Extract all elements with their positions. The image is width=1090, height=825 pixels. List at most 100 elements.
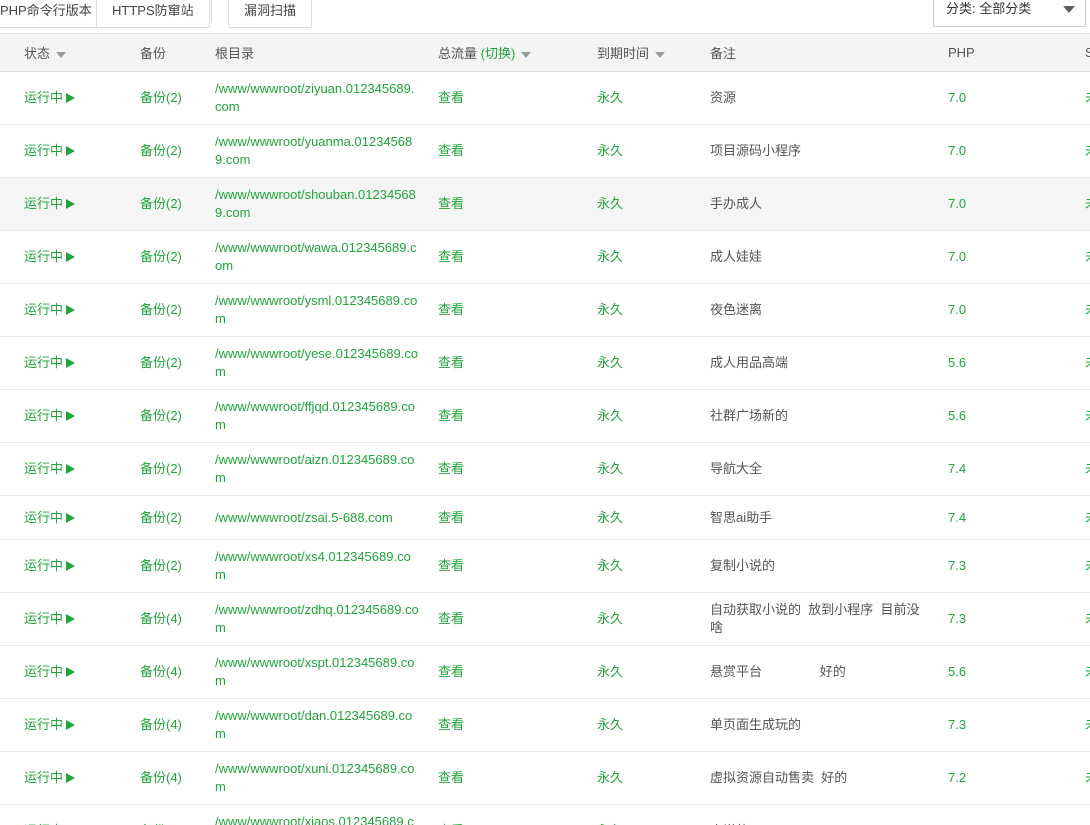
expire-link[interactable]: 永久 — [597, 770, 623, 785]
root-path-link[interactable]: /www/wwwroot/aizn.012345689.com — [215, 451, 420, 487]
ssl-cell[interactable]: 未部署 — [1075, 699, 1090, 752]
traffic-view-link[interactable]: 查看 — [438, 355, 464, 370]
php-version-link[interactable]: 7.3 — [948, 558, 966, 573]
remark-cell[interactable]: 自动获取小说的 放到小程序 目前没啥 — [700, 593, 940, 646]
traffic-view-link[interactable]: 查看 — [438, 611, 464, 626]
php-version-link[interactable]: 5.6 — [948, 664, 966, 679]
backup-link[interactable]: 备份(4) — [140, 611, 182, 626]
expire-link[interactable]: 永久 — [597, 461, 623, 476]
backup-link[interactable]: 备份(2) — [140, 558, 182, 573]
traffic-view-link[interactable]: 查看 — [438, 143, 464, 158]
expire-link[interactable]: 永久 — [597, 611, 623, 626]
traffic-view-link[interactable]: 查看 — [438, 558, 464, 573]
backup-link[interactable]: 备份(2) — [140, 249, 182, 264]
root-path-link[interactable]: /www/wwwroot/wawa.012345689.com — [215, 239, 420, 275]
backup-link[interactable]: 备份(2) — [140, 408, 182, 423]
expire-link[interactable]: 永久 — [597, 143, 623, 158]
traffic-switch-link[interactable]: (切换) — [481, 46, 516, 61]
backup-link[interactable]: 备份(2) — [140, 90, 182, 105]
header-traffic[interactable]: 总流量 (切换) — [430, 34, 585, 72]
https-anti-hijack-button[interactable]: HTTPS防窜站 — [96, 0, 210, 28]
php-version-link[interactable]: 7.0 — [948, 196, 966, 211]
remark-cell[interactable]: 手办成人 — [700, 178, 940, 231]
php-version-link[interactable]: 7.2 — [948, 770, 966, 785]
status-link[interactable]: 运行中 — [24, 302, 63, 317]
traffic-view-link[interactable]: 查看 — [438, 196, 464, 211]
remark-cell[interactable]: 社群广场新的 — [700, 390, 940, 443]
expire-link[interactable]: 永久 — [597, 249, 623, 264]
status-link[interactable]: 运行中 — [24, 249, 63, 264]
ssl-cell[interactable]: 未部署 — [1075, 72, 1090, 125]
remark-cell[interactable]: 夜色迷离 — [700, 284, 940, 337]
remark-cell[interactable]: 成人娃娃 — [700, 231, 940, 284]
backup-link[interactable]: 备份(4) — [140, 770, 182, 785]
traffic-view-link[interactable]: 查看 — [438, 510, 464, 525]
root-path-link[interactable]: /www/wwwroot/dan.012345689.com — [215, 707, 420, 743]
remark-cell[interactable]: 成人用品高端 — [700, 337, 940, 390]
remark-cell[interactable]: 智思ai助手 — [700, 496, 940, 540]
backup-link[interactable]: 备份(2) — [140, 196, 182, 211]
root-path-link[interactable]: /www/wwwroot/zdhq.012345689.com — [215, 601, 420, 637]
ssl-cell[interactable]: 未部署 — [1075, 125, 1090, 178]
root-path-link[interactable]: /www/wwwroot/ysml.012345689.com — [215, 292, 420, 328]
backup-link[interactable]: 备份(2) — [140, 461, 182, 476]
expire-link[interactable]: 永久 — [597, 302, 623, 317]
remark-cell[interactable]: 项目源码小程序 — [700, 125, 940, 178]
php-cli-version-button[interactable]: PHP命令行版本 — [0, 0, 108, 28]
ssl-cell[interactable]: 未部署 — [1075, 593, 1090, 646]
backup-link[interactable]: 备份(2) — [140, 510, 182, 525]
php-version-link[interactable]: 7.4 — [948, 461, 966, 476]
root-path-link[interactable]: /www/wwwroot/xuni.012345689.com — [215, 760, 420, 796]
root-path-link[interactable]: /www/wwwroot/xs4.012345689.com — [215, 548, 420, 584]
backup-link[interactable]: 备份(4) — [140, 664, 182, 679]
php-version-link[interactable]: 7.4 — [948, 510, 966, 525]
traffic-view-link[interactable]: 查看 — [438, 717, 464, 732]
php-version-link[interactable]: 7.3 — [948, 611, 966, 626]
expire-link[interactable]: 永久 — [597, 664, 623, 679]
remark-cell[interactable]: 资源 — [700, 72, 940, 125]
traffic-view-link[interactable]: 查看 — [438, 302, 464, 317]
php-version-link[interactable]: 7.0 — [948, 249, 966, 264]
root-path-link[interactable]: /www/wwwroot/zsai.5-688.com — [215, 509, 420, 527]
ssl-cell[interactable]: 未部署 — [1075, 805, 1090, 825]
status-link[interactable]: 运行中 — [24, 611, 63, 626]
ssl-cell[interactable]: 未部署 — [1075, 178, 1090, 231]
root-path-link[interactable]: /www/wwwroot/yuanma.012345689.com — [215, 133, 420, 169]
ssl-cell[interactable]: 未部署 — [1075, 496, 1090, 540]
expire-link[interactable]: 永久 — [597, 558, 623, 573]
expire-link[interactable]: 永久 — [597, 717, 623, 732]
status-link[interactable]: 运行中 — [24, 558, 63, 573]
vulnerability-scan-button[interactable]: 漏洞扫描 — [228, 0, 312, 28]
php-version-link[interactable]: 7.0 — [948, 90, 966, 105]
traffic-view-link[interactable]: 查看 — [438, 408, 464, 423]
traffic-view-link[interactable]: 查看 — [438, 770, 464, 785]
ssl-cell[interactable]: 未部署 — [1075, 337, 1090, 390]
root-path-link[interactable]: /www/wwwroot/xiaos.012345689.com — [215, 813, 420, 825]
status-link[interactable]: 运行中 — [24, 90, 63, 105]
root-path-link[interactable]: /www/wwwroot/shouban.012345689.com — [215, 186, 420, 222]
php-version-link[interactable]: 5.6 — [948, 355, 966, 370]
status-link[interactable]: 运行中 — [24, 143, 63, 158]
status-link[interactable]: 运行中 — [24, 355, 63, 370]
ssl-cell[interactable]: 未部署 — [1075, 231, 1090, 284]
remark-cell[interactable]: 复制小说的 — [700, 540, 940, 593]
root-path-link[interactable]: /www/wwwroot/xspt.012345689.com — [215, 654, 420, 690]
status-link[interactable]: 运行中 — [24, 196, 63, 211]
backup-link[interactable]: 备份(2) — [140, 355, 182, 370]
ssl-cell[interactable]: 未部署 — [1075, 390, 1090, 443]
backup-link[interactable]: 备份(4) — [140, 717, 182, 732]
ssl-cell[interactable]: 未部署 — [1075, 646, 1090, 699]
expire-link[interactable]: 永久 — [597, 510, 623, 525]
backup-link[interactable]: 备份(2) — [140, 302, 182, 317]
traffic-view-link[interactable]: 查看 — [438, 90, 464, 105]
expire-link[interactable]: 永久 — [597, 196, 623, 211]
php-version-link[interactable]: 7.0 — [948, 143, 966, 158]
ssl-cell[interactable]: 未部署 — [1075, 540, 1090, 593]
php-version-link[interactable]: 7.3 — [948, 717, 966, 732]
remark-cell[interactable]: 导航大全 — [700, 443, 940, 496]
expire-link[interactable]: 永久 — [597, 408, 623, 423]
root-path-link[interactable]: /www/wwwroot/yese.012345689.com — [215, 345, 420, 381]
expire-link[interactable]: 永久 — [597, 90, 623, 105]
status-link[interactable]: 运行中 — [24, 717, 63, 732]
status-link[interactable]: 运行中 — [24, 510, 63, 525]
